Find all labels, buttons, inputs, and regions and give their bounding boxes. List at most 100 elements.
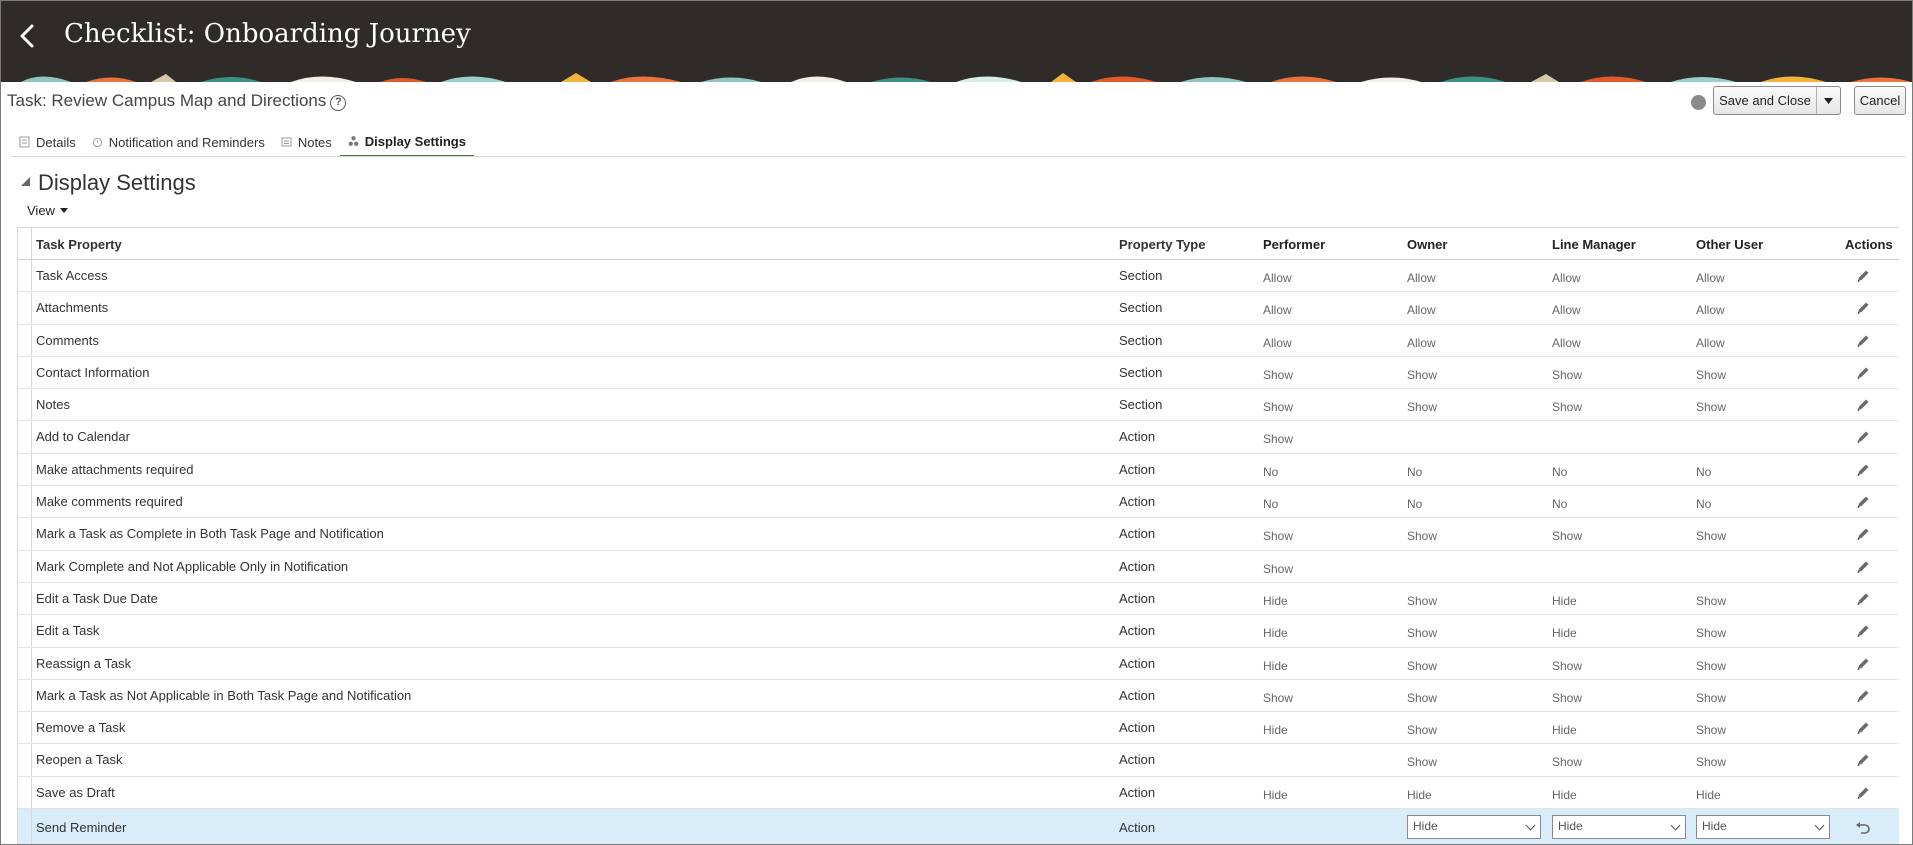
task-property-cell: Attachments <box>36 300 109 316</box>
owner-cell: Show <box>1407 529 1438 544</box>
edit-pencil-icon[interactable] <box>1855 720 1871 736</box>
tab-details-label: Details <box>36 134 76 150</box>
row-gutter <box>18 292 32 324</box>
other-user-cell: Hide <box>1696 787 1721 802</box>
property-type-cell: Action <box>1119 687 1156 703</box>
other-user-select[interactable]: Hide <box>1696 815 1830 840</box>
property-type-cell: Action <box>1119 820 1156 836</box>
table-row[interactable]: Edit a Task Action Hide Show Hide Show <box>18 615 1899 648</box>
clock-icon <box>92 137 102 148</box>
edit-pencil-icon[interactable] <box>1855 591 1871 607</box>
owner-cell: Show <box>1407 400 1438 415</box>
tab-notification-and-reminders[interactable]: Notification and Reminders <box>84 127 273 157</box>
owner-select[interactable]: Hide <box>1407 815 1541 840</box>
other-user-cell: Show <box>1696 755 1727 770</box>
table-row[interactable]: Task Access Section Allow Allow Allow Allow <box>18 260 1899 293</box>
save-and-close-button[interactable]: Save and Close <box>1713 86 1841 115</box>
line-manager-cell: Show <box>1552 529 1583 544</box>
property-type-cell: Action <box>1119 494 1156 510</box>
line-manager-select[interactable]: Hide <box>1552 815 1686 840</box>
line-manager-cell: Allow <box>1552 271 1581 285</box>
performer-cell: Allow <box>1263 335 1292 350</box>
tab-display-settings[interactable]: Display Settings <box>339 127 474 157</box>
column-header-property-type[interactable]: Property Type <box>1119 237 1205 252</box>
decorative-banner <box>1 71 1912 82</box>
column-header-performer[interactable]: Performer <box>1263 237 1325 252</box>
undo-icon[interactable] <box>1855 820 1871 836</box>
performer-cell: Hide <box>1263 658 1288 673</box>
back-arrow-icon[interactable] <box>13 21 43 51</box>
edit-pencil-icon[interactable] <box>1855 752 1871 768</box>
table-row[interactable]: Mark a Task as Complete in Both Task Pag… <box>18 518 1899 551</box>
table-row[interactable]: Mark Complete and Not Applicable Only in… <box>18 550 1899 583</box>
cancel-button[interactable]: Cancel <box>1854 86 1906 115</box>
edit-pencil-icon[interactable] <box>1855 397 1871 413</box>
performer-cell: Show <box>1263 432 1294 447</box>
row-gutter <box>18 712 32 744</box>
row-gutter <box>18 389 32 421</box>
help-icon[interactable]: ? <box>330 95 347 111</box>
line-manager-cell: No <box>1552 464 1568 479</box>
globe-icon[interactable] <box>1691 95 1706 110</box>
table-row[interactable]: Make attachments required Action No No No No <box>18 453 1899 487</box>
edit-pencil-icon[interactable] <box>1855 365 1871 381</box>
save-and-close-label[interactable]: Save and Close <box>1714 93 1816 108</box>
table-row[interactable]: Make comments required Action No No No No <box>18 486 1899 519</box>
edit-pencil-icon[interactable] <box>1855 300 1871 316</box>
table-row[interactable]: Edit a Task Due Date Action Hide Show Hide Sh… <box>18 582 1899 616</box>
other-user-select-value: Hide <box>1702 819 1727 834</box>
column-header-other-user[interactable]: Other User <box>1696 237 1763 252</box>
property-type-cell: Action <box>1119 752 1156 768</box>
line-manager-cell: Allow <box>1552 335 1581 350</box>
table-row[interactable]: Save as Draft Action Hide Hide Hide Hide <box>18 776 1899 810</box>
edit-pencil-icon[interactable] <box>1855 785 1871 801</box>
tab-bar: Details Notification and Reminders Notes… <box>11 127 474 157</box>
edit-pencil-icon[interactable] <box>1855 623 1871 639</box>
performer-cell: No <box>1263 464 1279 479</box>
owner-cell: No <box>1407 464 1423 479</box>
edit-pencil-icon[interactable] <box>1855 494 1871 510</box>
edit-pencil-icon[interactable] <box>1855 656 1871 672</box>
table-row-selected[interactable]: Send Reminder Action Hide Hide Hide <box>18 809 1899 844</box>
other-user-cell: No <box>1696 464 1712 479</box>
performer-cell: Show <box>1263 529 1294 544</box>
task-title: Task: Review Campus Map and Directions? <box>7 91 347 111</box>
owner-cell: Allow <box>1407 303 1436 318</box>
table-row[interactable]: Remove a Task Action Hide Show Hide Show <box>18 712 1899 745</box>
edit-pencil-icon[interactable] <box>1855 688 1871 704</box>
owner-cell: Show <box>1407 367 1438 382</box>
edit-pencil-icon[interactable] <box>1855 268 1871 284</box>
view-menu[interactable]: View <box>27 203 68 218</box>
section-title: Display Settings <box>38 170 196 195</box>
row-gutter <box>18 324 32 356</box>
column-header-owner[interactable]: Owner <box>1407 237 1447 252</box>
tab-notes[interactable]: Notes <box>273 127 340 157</box>
table-row[interactable]: Mark a Task as Not Applicable in Both Ta… <box>18 679 1899 713</box>
property-type-cell: Action <box>1119 623 1156 639</box>
table-row[interactable]: Add to Calendar Action Show <box>18 421 1899 454</box>
table-row[interactable]: Reopen a Task Action Show Show Show <box>18 744 1899 777</box>
save-options-dropdown[interactable] <box>1816 87 1840 114</box>
column-header-task-property[interactable]: Task Property <box>36 237 122 252</box>
owner-cell: Show <box>1407 626 1438 641</box>
table-row[interactable]: Reassign a Task Action Hide Show Show Show <box>18 647 1899 680</box>
tab-details[interactable]: Details <box>11 127 84 157</box>
edit-pencil-icon[interactable] <box>1855 462 1871 478</box>
document-icon <box>19 136 30 148</box>
edit-pencil-icon[interactable] <box>1855 429 1871 445</box>
table-row[interactable]: Notes Section Show Show Show Show <box>18 389 1899 422</box>
table-row[interactable]: Comments Section Allow Allow Allow Allow <box>18 324 1899 357</box>
column-header-line-manager[interactable]: Line Manager <box>1552 237 1636 252</box>
property-type-cell: Action <box>1119 590 1156 606</box>
property-type-cell: Action <box>1119 655 1156 671</box>
chevron-down-icon <box>1814 820 1825 831</box>
edit-pencil-icon[interactable] <box>1855 526 1871 542</box>
collapse-section-icon[interactable] <box>21 177 30 186</box>
table-row[interactable]: Contact Information Section Show Show Show Sh… <box>18 356 1899 390</box>
table-row[interactable]: Attachments Section Allow Allow Allow Allow <box>18 292 1899 325</box>
row-gutter <box>18 582 32 615</box>
line-manager-cell: Hide <box>1552 593 1577 608</box>
edit-pencil-icon[interactable] <box>1855 333 1871 349</box>
edit-pencil-icon[interactable] <box>1855 559 1871 575</box>
property-type-cell: Section <box>1119 397 1163 413</box>
